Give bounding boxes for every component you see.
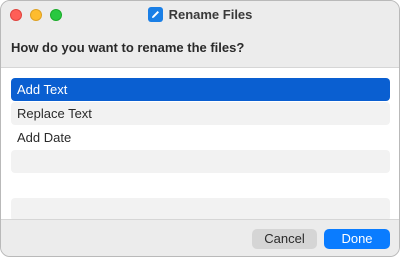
options-list: Add Text Replace Text Add Date (1, 68, 399, 221)
list-item-empty (11, 198, 390, 221)
prompt-text: How do you want to rename the files? (11, 40, 245, 55)
list-item-label: Add Date (17, 130, 72, 145)
dialog-footer: Cancel Done (1, 219, 399, 256)
list-item-label: Replace Text (17, 106, 92, 121)
list-item-add-date[interactable]: Add Date (11, 126, 390, 149)
list-item-empty (11, 174, 390, 197)
done-button[interactable]: Done (324, 229, 390, 249)
prompt-header: How do you want to rename the files? (1, 29, 399, 68)
window-title-container: Rename Files (1, 7, 399, 23)
list-item-empty (11, 150, 390, 173)
title-bar[interactable]: Rename Files (1, 1, 399, 29)
list-item-replace-text[interactable]: Replace Text (11, 102, 390, 125)
rename-files-dialog: Rename Files How do you want to rename t… (0, 0, 400, 257)
list-item-add-text[interactable]: Add Text (11, 78, 390, 101)
list-item-label: Add Text (17, 82, 68, 97)
window-title: Rename Files (168, 7, 253, 22)
pencil-icon (147, 7, 163, 22)
cancel-button[interactable]: Cancel (252, 229, 317, 249)
